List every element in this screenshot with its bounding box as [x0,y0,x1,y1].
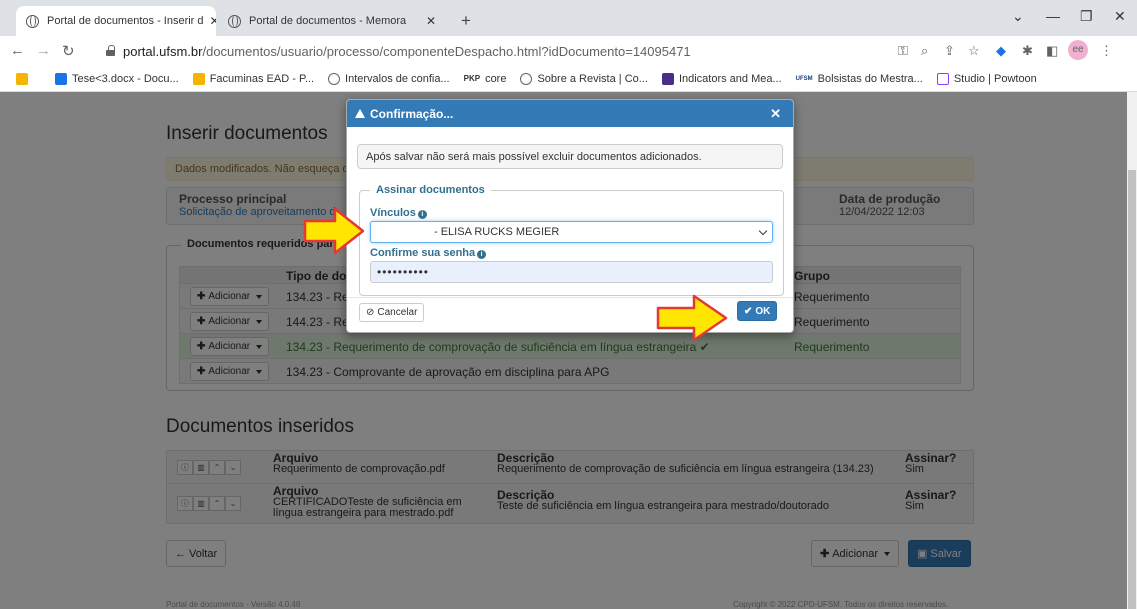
modal-info: Após salvar não será mais possível exclu… [357,144,783,169]
browser-tab-bar: Portal de documentos - Inserir d ✕ Porta… [0,0,1137,36]
profile-avatar[interactable]: ee [1068,40,1088,60]
vinculos-label: Vínculos [370,207,416,219]
pkp-icon: PKP [463,74,481,83]
bookmark-item[interactable]: Facuminas EAD - P... [192,72,314,85]
share-icon[interactable]: ⇪ [944,43,955,59]
tab-memorando[interactable]: Portal de documentos - Memora ✕ [218,6,446,36]
new-tab-button[interactable]: + [461,11,471,31]
info-icon[interactable]: i [417,210,427,219]
tab-close-icon[interactable]: ✕ [420,14,436,28]
bookmark-item[interactable]: Tese<3.docx - Docu... [55,72,179,85]
password-input[interactable]: •••••••••• [370,261,773,283]
bookmark-item[interactable]: Intervalos de confia... [328,72,450,85]
tab-inserir[interactable]: Portal de documentos - Inserir d ✕ [16,6,216,36]
reload-icon[interactable]: ↻ [62,42,75,60]
facuminas-icon [192,72,205,85]
sidepanel-icon[interactable]: ◧ [1046,43,1058,59]
apps-icon [16,72,28,85]
lock-icon [106,45,115,56]
bookmark-item[interactable]: Indicators and Mea... [661,72,782,85]
extension-icon[interactable]: ◆ [996,43,1006,59]
annotation-arrow-icon [303,207,365,255]
bookmark-item[interactable]: UFSM Bolsistas do Mestra... [796,73,923,85]
info-icon[interactable]: i [477,250,487,259]
globe-icon [328,72,341,85]
star-icon[interactable]: ☆ [968,43,980,59]
globe-icon [26,14,39,28]
globe-icon [520,72,533,85]
close-icon[interactable]: ✕ [770,106,781,122]
bookmark-apps[interactable] [16,72,33,85]
globe-icon [228,14,241,28]
check-icon: ✔ [744,305,753,317]
tab-search-icon[interactable]: ⌄ [1012,8,1024,25]
puzzle-icon[interactable]: ✱ [1022,43,1033,59]
menu-icon[interactable]: ⋮ [1100,43,1113,59]
window-close-icon[interactable]: ✕ [1114,8,1126,25]
modal-title: Confirmação... [370,106,454,121]
docs-icon [55,72,67,85]
annotation-arrow-icon [656,294,728,342]
key-icon[interactable]: ⚿ [898,43,908,59]
zoom-icon[interactable]: ⌕ [921,43,928,59]
chevron-down-icon [758,226,768,236]
cancel-button[interactable]: ⊘ Cancelar [359,303,425,322]
scrollbar-thumb[interactable] [1128,170,1136,609]
powtoon-icon [936,72,949,85]
bookmark-item[interactable]: Studio | Powtoon [936,72,1037,85]
tab-close-icon[interactable]: ✕ [204,14,216,28]
address-bar[interactable]: portal.ufsm.br/documentos/usuario/proces… [96,39,1036,63]
ok-button[interactable]: ✔ OK [737,301,778,321]
bookmarks-bar: Tese<3.docx - Docu... Facuminas EAD - P.… [0,66,1137,92]
warning-icon [355,109,365,118]
sign-documents-fieldset: Assinar documentos Vínculos i - ELISA RUC… [359,184,784,296]
browser-toolbar: ← → ↻ portal.ufsm.br/documentos/usuario/… [0,36,1137,66]
bookmark-item[interactable]: PKP core [464,73,507,85]
ufsm-icon: UFSM [795,75,813,82]
restore-icon[interactable]: ❐ [1080,8,1093,25]
minimize-icon[interactable]: — [1046,8,1060,24]
vinculos-select[interactable]: - ELISA RUCKS MEGIER [370,221,773,243]
forward-arrow-icon[interactable]: → [36,42,51,59]
back-arrow-icon[interactable]: ← [10,42,25,59]
bookmark-item[interactable]: Sobre a Revista | Co... [520,72,648,85]
modal-header: Confirmação... ✕ [347,100,793,127]
cancel-icon: ⊘ [366,307,375,318]
sign-legend: Assinar documentos [370,184,491,196]
indicators-icon [661,72,674,85]
password-label: Confirme sua senha [370,247,476,259]
